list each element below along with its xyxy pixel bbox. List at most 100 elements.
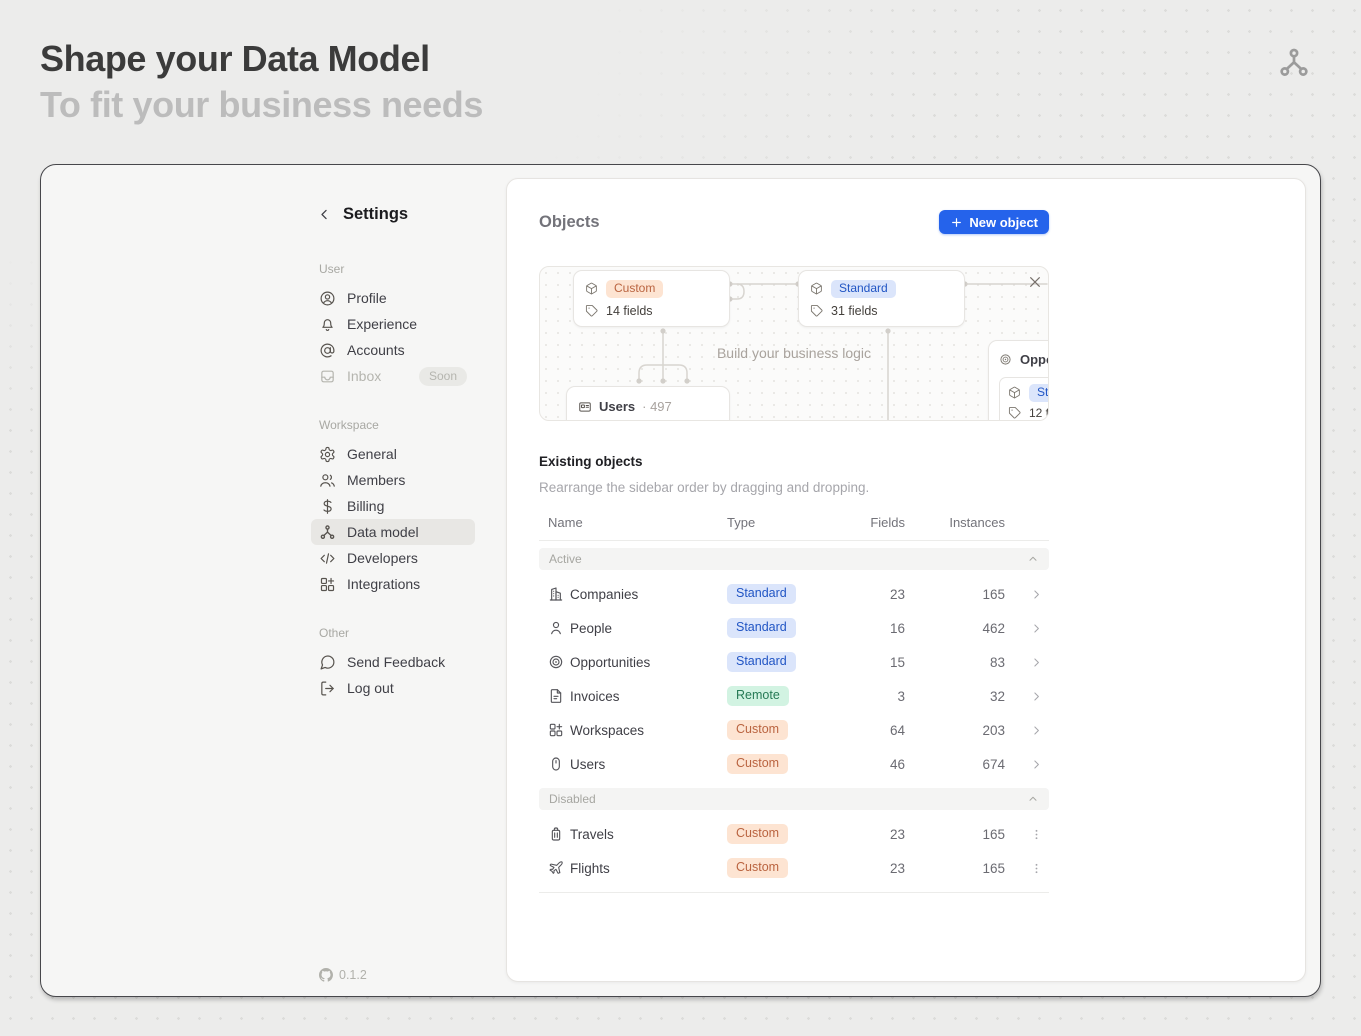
x-icon <box>1027 274 1043 290</box>
sidebar-item-data-model[interactable]: Data model <box>311 519 475 545</box>
diagram-card-custom[interactable]: Custom 14 fields <box>573 270 730 327</box>
diagram-users-row: Users · 497 <box>578 397 718 416</box>
sidebar-item-label: Send Feedback <box>347 654 445 670</box>
new-object-button[interactable]: New object <box>939 210 1049 234</box>
page-header: Shape your Data Model To fit your busine… <box>40 36 483 128</box>
chevron-left-icon[interactable] <box>317 207 332 222</box>
row-action-button[interactable] <box>1023 717 1049 743</box>
log-out-icon <box>319 680 336 697</box>
type-badge: Standard <box>727 584 796 605</box>
table-row-invoices[interactable]: InvoicesRemote332 <box>539 679 1049 713</box>
instances-count: 32 <box>990 689 1005 704</box>
sidebar-item-profile[interactable]: Profile <box>311 285 475 311</box>
row-action-button[interactable] <box>1023 821 1049 847</box>
chevron-up-icon[interactable] <box>1027 553 1039 565</box>
table-row-users[interactable]: UsersCustom46674 <box>539 747 1049 781</box>
table-row-people[interactable]: PeopleStandard16462 <box>539 611 1049 645</box>
fields-count-label: 14 fields <box>606 304 653 318</box>
sidebar-item-general[interactable]: General <box>311 441 475 467</box>
sidebar-item-inbox[interactable]: InboxSoon <box>311 363 475 389</box>
mouse-icon <box>548 756 564 772</box>
sidebar-item-label: Members <box>347 472 405 488</box>
plus-icon <box>950 216 963 229</box>
window-icon <box>578 400 592 414</box>
sidebar-item-label: Experience <box>347 316 417 332</box>
row-action-button[interactable] <box>1023 683 1049 709</box>
soon-badge: Soon <box>419 367 467 386</box>
object-type-cell: Standard <box>727 618 796 639</box>
chevron-up-icon[interactable] <box>1027 793 1039 805</box>
profile-icon <box>319 290 336 307</box>
at-sign-icon <box>319 342 336 359</box>
table-row-travels[interactable]: TravelsCustom23165 <box>539 817 1049 851</box>
new-object-label: New object <box>969 215 1038 230</box>
objects-panel: Objects New object <box>506 178 1306 982</box>
sidebar-item-label: Data model <box>347 524 419 540</box>
document-icon <box>548 688 564 704</box>
sidebar-item-label: Log out <box>347 680 394 696</box>
data-model-icon <box>319 524 336 541</box>
object-type-cell: Custom <box>727 824 788 845</box>
sidebar-item-send-feedback[interactable]: Send Feedback <box>311 649 475 675</box>
diagram-card-users[interactable]: Users · 497 <box>566 386 730 421</box>
row-action-button[interactable] <box>1023 581 1049 607</box>
instances-count: 203 <box>982 723 1005 738</box>
members-icon <box>319 472 336 489</box>
business-logic-banner: Custom 14 fields Standard <box>539 266 1049 421</box>
object-name: Travels <box>570 827 727 842</box>
column-header-fields: Fields <box>870 515 905 530</box>
fields-count: 23 <box>890 827 905 842</box>
tag-icon <box>585 304 598 317</box>
chevron-right-icon <box>1030 690 1043 703</box>
fields-count-label: 12 fields <box>1029 406 1049 420</box>
building-icon <box>548 586 564 602</box>
bell-icon <box>319 316 336 333</box>
row-action-button[interactable] <box>1023 855 1049 881</box>
group-header-active[interactable]: Active <box>539 548 1049 570</box>
diagram-type-row: Standard <box>1008 384 1049 401</box>
group-rows-active: CompaniesStandard23165PeopleStandard1646… <box>539 577 1049 781</box>
sidebar-item-accounts[interactable]: Accounts <box>311 337 475 363</box>
table-row-opportunities[interactable]: OpportunitiesStandard1583 <box>539 645 1049 679</box>
dollar-icon <box>319 498 336 515</box>
sidebar-item-billing[interactable]: Billing <box>311 493 475 519</box>
diagram-fields-row: 12 fields <box>1008 404 1049 421</box>
sidebar-item-label: Accounts <box>347 342 405 358</box>
object-name: Flights <box>570 861 727 876</box>
group-header-disabled[interactable]: Disabled <box>539 788 1049 810</box>
sidebar-item-developers[interactable]: Developers <box>311 545 475 571</box>
table-row-workspaces[interactable]: WorkspacesCustom64203 <box>539 713 1049 747</box>
group-label: Disabled <box>549 792 596 806</box>
row-action-button[interactable] <box>1023 751 1049 777</box>
type-badge: Standard <box>831 280 896 298</box>
person-icon <box>548 620 564 636</box>
existing-objects-subheading: Rearrange the sidebar order by dragging … <box>539 480 1049 495</box>
version-label: 0.1.2 <box>339 968 367 982</box>
row-action-button[interactable] <box>1023 649 1049 675</box>
sidebar-sections: UserProfileExperienceAccountsInboxSoonWo… <box>311 262 475 730</box>
sidebar-item-members[interactable]: Members <box>311 467 475 493</box>
table-row-flights[interactable]: FlightsCustom23165 <box>539 851 1049 885</box>
chevron-right-icon <box>1030 622 1043 635</box>
settings-back[interactable]: Settings <box>317 205 408 224</box>
diagram-card-standard[interactable]: Standard 31 fields <box>798 270 965 327</box>
grid-plus-icon <box>548 722 564 738</box>
cube-icon <box>810 282 823 295</box>
table-header: Name Type Fields Instances <box>539 515 1049 541</box>
diagram-type-row: Standard <box>810 279 953 298</box>
sidebar-item-integrations[interactable]: Integrations <box>311 571 475 597</box>
cube-icon <box>1008 386 1021 399</box>
banner-close-button[interactable] <box>1026 274 1044 292</box>
group-rows-disabled: TravelsCustom23165FlightsCustom23165 <box>539 817 1049 885</box>
target-icon <box>548 654 564 670</box>
sidebar-item-log-out[interactable]: Log out <box>311 675 475 701</box>
sidebar-item-experience[interactable]: Experience <box>311 311 475 337</box>
inbox-icon <box>319 368 336 385</box>
sidebar-section-label: Other <box>311 626 475 640</box>
plane-icon <box>548 860 564 876</box>
row-action-button[interactable] <box>1023 615 1049 641</box>
table-row-companies[interactable]: CompaniesStandard23165 <box>539 577 1049 611</box>
data-model-icon <box>1277 46 1311 80</box>
grid-plus-icon <box>319 576 336 593</box>
tag-icon <box>1008 406 1021 419</box>
